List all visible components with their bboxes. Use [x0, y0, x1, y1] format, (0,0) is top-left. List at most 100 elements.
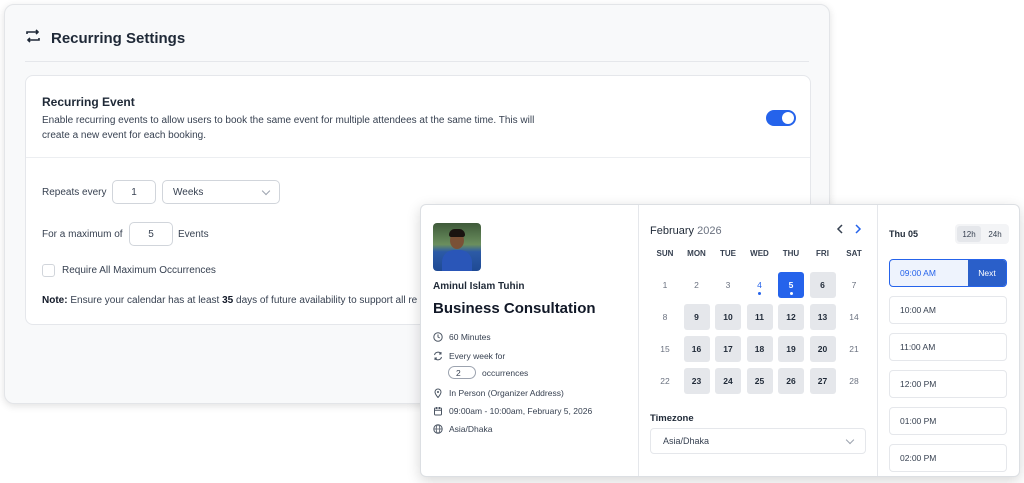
calendar-day[interactable]: 23	[683, 368, 710, 394]
occurrences-input[interactable]: 2	[448, 366, 476, 379]
day-number: 18	[754, 344, 765, 354]
calendar-day: 14	[841, 304, 867, 330]
recurring-event-heading: Recurring Event	[42, 95, 135, 109]
day-number: 2	[694, 280, 699, 290]
calendar-day[interactable]: 12	[778, 304, 804, 330]
calendar-day[interactable]: 17	[715, 336, 741, 362]
calendar-day: 2	[684, 272, 710, 298]
globe-icon	[433, 424, 443, 434]
time-slot[interactable]: 01:00 PM	[889, 407, 1007, 435]
location-row: In Person (Organizer Address)	[433, 388, 564, 398]
note-suffix: days of future availability to support a…	[236, 295, 418, 306]
calendar-day: 3	[715, 272, 741, 298]
time-slots-panel: Thu 05 12h 24h 09:00 AM Next 10:00 AM 11:00…	[879, 205, 1019, 476]
next-button[interactable]: Next	[968, 260, 1006, 286]
day-number: 13	[817, 312, 828, 322]
day-number: 17	[723, 344, 733, 354]
calendar-day[interactable]: 19	[778, 336, 804, 362]
time-slot-label: 09:00 AM	[900, 268, 936, 278]
calendar-day[interactable]: 26	[778, 368, 804, 394]
calendar-day[interactable]: 25	[746, 368, 773, 394]
calendar-day[interactable]: 20	[809, 336, 836, 362]
day-number: 26	[786, 376, 796, 386]
calendar-day[interactable]: 18	[746, 336, 773, 362]
weekday-label: TUE	[720, 249, 736, 258]
calendar-day[interactable]: 10	[715, 304, 741, 330]
availability-note: Note: Ensure your calendar has at least …	[42, 295, 418, 306]
day-number: 11	[755, 312, 764, 322]
repeats-every-label: Repeats every	[42, 187, 107, 198]
chevron-down-icon	[845, 435, 855, 444]
recurring-event-toggle[interactable]	[766, 110, 796, 126]
calendar-day[interactable]: 16	[683, 336, 710, 362]
weekday-label: THU	[782, 249, 800, 258]
timezone-row: Asia/Dhaka	[433, 424, 492, 434]
weekday-label: MON	[687, 249, 706, 258]
calendar-day: 7	[841, 272, 867, 298]
weekday-label: WED	[750, 249, 769, 258]
day-number: 15	[660, 344, 670, 354]
format-24h-button[interactable]: 24h	[983, 226, 1007, 242]
calendar-day[interactable]: 9	[683, 304, 710, 330]
toggle-knob	[782, 112, 794, 124]
occurrences-row: 2 occurrences	[448, 366, 528, 379]
max-events-input[interactable]: 5	[129, 222, 173, 246]
chevron-left-icon	[836, 224, 843, 234]
chevron-down-icon	[261, 186, 271, 195]
day-number: 16	[691, 344, 702, 354]
month-name: February	[650, 225, 695, 237]
repeats-every-input[interactable]: 1	[112, 180, 156, 204]
recurring-event-description: Enable recurring events to allow users t…	[42, 115, 535, 141]
repeat-icon	[433, 351, 443, 361]
day-number: 3	[725, 280, 731, 290]
occurrences-label: occurrences	[482, 367, 529, 378]
day-number: 8	[662, 312, 668, 322]
day-number: 27	[817, 376, 828, 386]
calendar-day-selected[interactable]: 5	[778, 272, 804, 298]
calendar-day: 1	[652, 272, 678, 298]
day-number: 6	[820, 280, 825, 290]
next-month-button[interactable]	[850, 221, 866, 237]
repeats-unit-value: Weeks	[173, 186, 204, 198]
max-unit-label: Events	[178, 229, 209, 240]
calendar-day: 4	[747, 272, 773, 298]
require-max-checkbox[interactable]	[42, 264, 55, 277]
calendar-day[interactable]: 13	[809, 304, 836, 330]
host-name: Aminul Islam Tuhin	[433, 281, 525, 292]
calendar-day[interactable]: 24	[715, 368, 741, 394]
format-12h-button[interactable]: 12h	[957, 226, 981, 242]
calendar-day[interactable]: 11	[746, 304, 773, 330]
day-number: 14	[849, 312, 859, 322]
availability-dot	[789, 292, 793, 295]
availability-dot	[758, 292, 761, 295]
day-number: 5	[788, 280, 794, 290]
clock-icon	[433, 332, 443, 342]
recurring-event-header: Recurring Event Enable recurring events …	[26, 76, 810, 158]
settings-header: Recurring Settings	[25, 29, 185, 48]
weekday-label: SUN	[656, 249, 674, 258]
settings-title: Recurring Settings	[51, 30, 186, 47]
avatar	[433, 223, 481, 271]
time-slot[interactable]: 02:00 PM	[889, 444, 1007, 472]
divider	[25, 61, 809, 62]
calendar-day[interactable]: 6	[809, 272, 836, 298]
day-number: 23	[691, 376, 702, 386]
calendar-day[interactable]: 27	[809, 368, 836, 394]
day-number: 19	[786, 344, 796, 354]
time-slot[interactable]: 11:00 AM	[889, 333, 1007, 361]
weekday-label: SAT	[846, 249, 862, 258]
day-number: 12	[786, 312, 796, 322]
event-details-panel: Aminul Islam Tuhin Business Consultation…	[421, 205, 639, 476]
calendar-day: 22	[652, 368, 678, 394]
repeats-unit-select[interactable]: Weeks	[162, 180, 280, 204]
require-max-label: Require All Maximum Occurrences	[62, 265, 216, 276]
calendar-day: 21	[841, 336, 867, 362]
timezone-select[interactable]: Asia/Dhaka	[650, 428, 866, 454]
day-number: 25	[754, 376, 765, 386]
time-format-toggle: 12h 24h	[955, 224, 1009, 244]
time-slot[interactable]: 10:00 AM	[889, 296, 1007, 324]
time-slot[interactable]: 12:00 PM	[889, 370, 1007, 398]
day-number: 1	[662, 280, 668, 290]
prev-month-button[interactable]	[832, 221, 848, 237]
time-slot[interactable]: 09:00 AM Next	[889, 259, 1007, 287]
